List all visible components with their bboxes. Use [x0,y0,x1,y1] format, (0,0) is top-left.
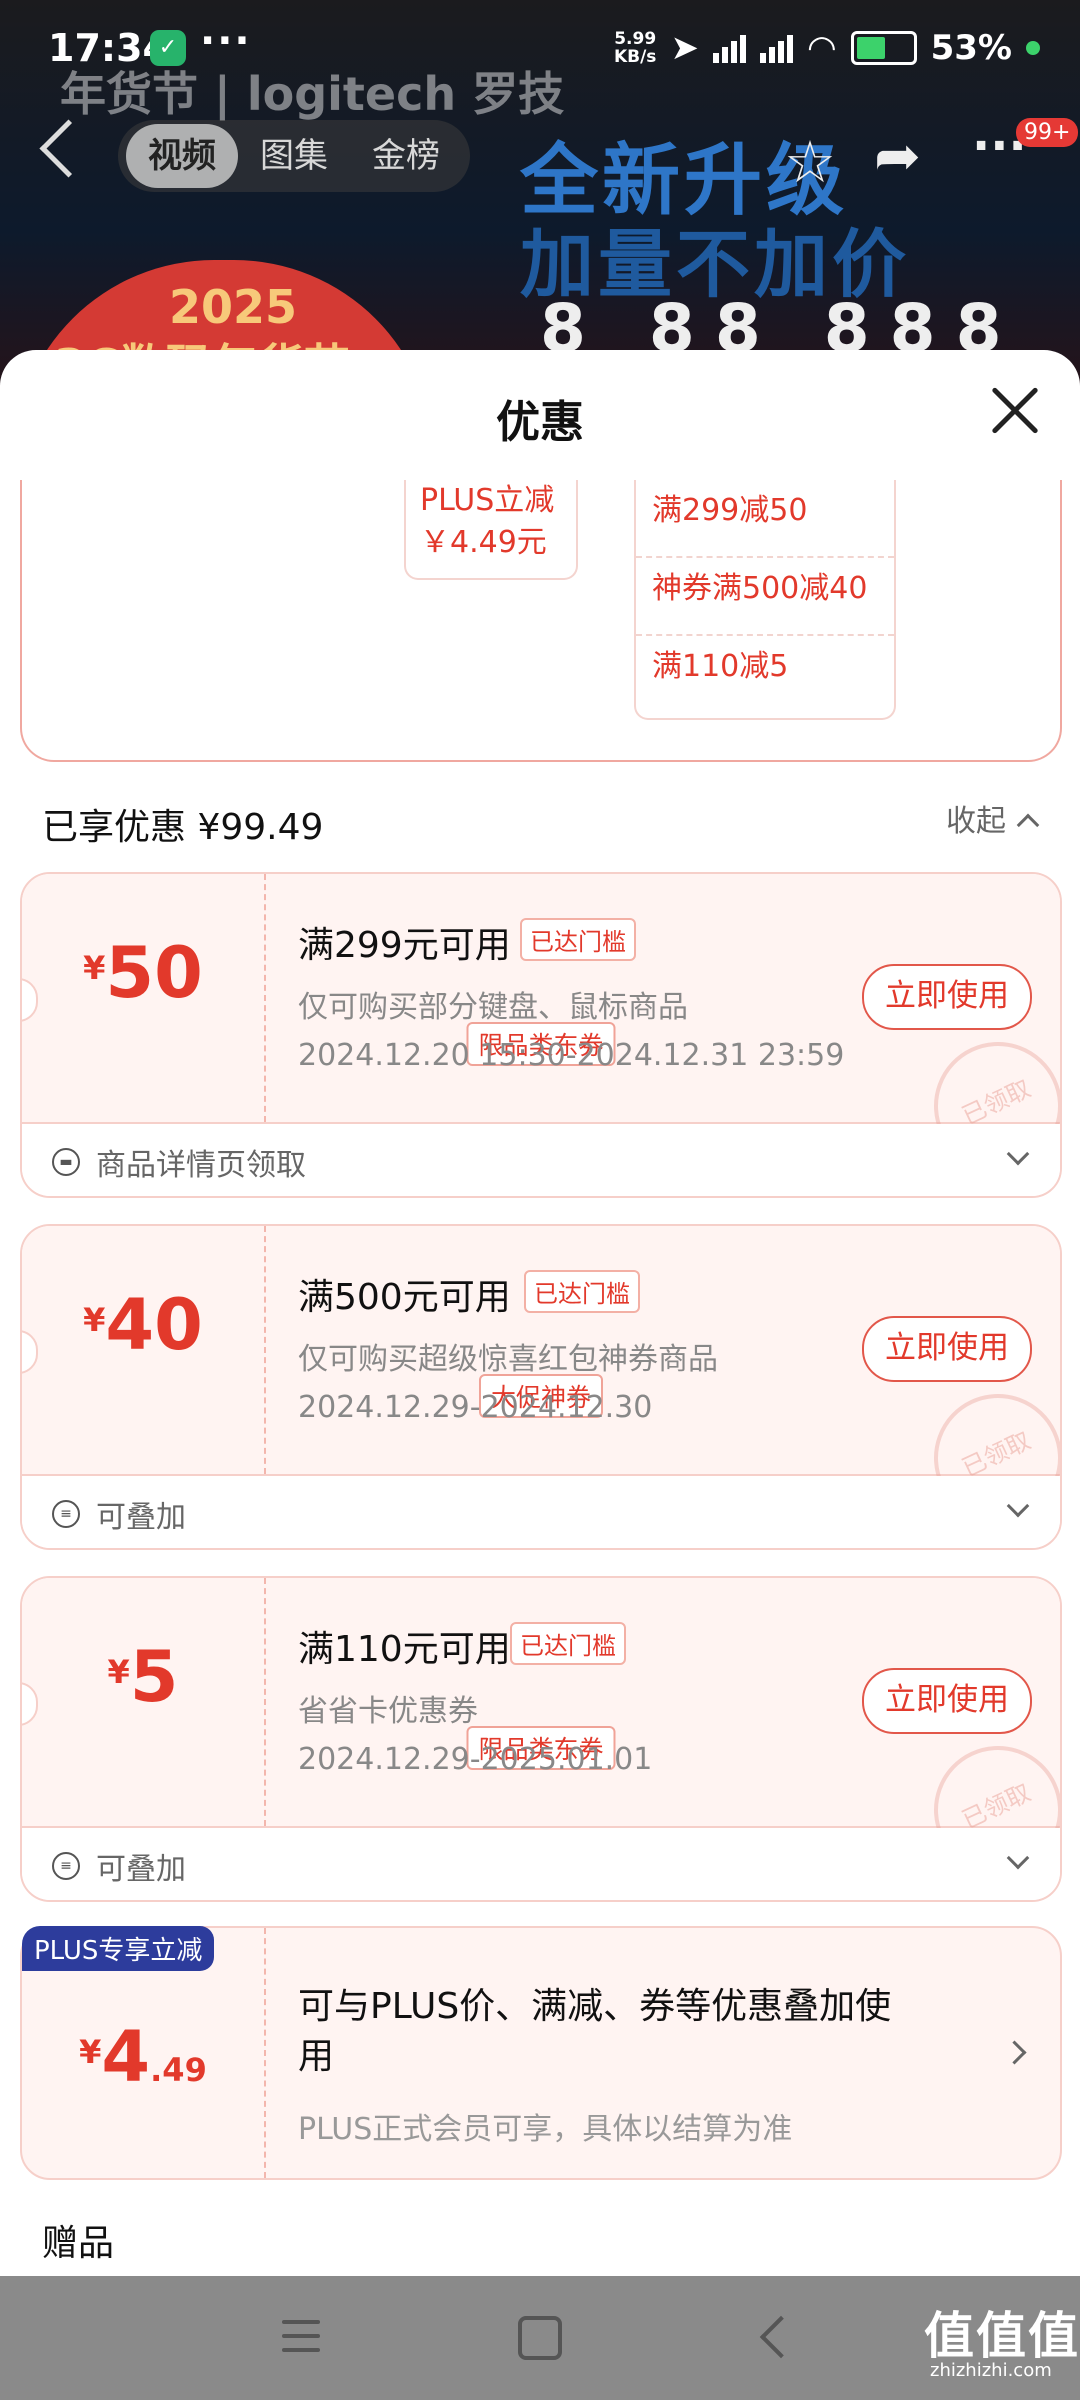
tab-video[interactable]: 视频 [126,124,238,188]
stack-icon: ≡ [52,1500,80,1528]
status-bar: 17:34 ✓ ··· 5.99 KB/s ➤ ◠ 53% [0,0,1080,100]
status-more-dots: ··· [200,18,252,64]
threshold-met-badge: 已达门槛 [524,1270,640,1313]
coupon-divider [264,1578,266,1826]
network-speed-value: 5.99 [614,29,657,49]
favorite-star-icon[interactable]: ☆ [784,128,836,196]
coupon-condition: 满299元可用 [298,925,511,966]
coupon-condition: 满500元可用 [298,1277,511,1318]
coupon-validity: 2024.12.29-2024.12.30 [298,1390,653,1425]
chevron-down-icon[interactable] [1006,1846,1030,1870]
watermark-url: zhizhizhi.com [930,2360,1052,2381]
privacy-indicator-dot [1026,41,1040,55]
ticket-icon: ▬ [52,1148,80,1176]
coupon-source: 商品详情页领取 [96,1148,306,1183]
coupon-description: 省省卡优惠券 [298,1694,478,1729]
summary-coupon-list: 满299减50 神券满500减40 满110减5 [634,480,896,720]
chevron-down-icon[interactable] [1006,1142,1030,1166]
share-icon[interactable]: ➦ [874,124,921,189]
summary-item: 神券满500减40 [636,558,894,636]
coupon-card: ¥5 限品类东券 满110元可用 已达门槛 省省卡优惠券 2024.12.29-… [20,1576,1062,1902]
recent-apps-icon[interactable] [282,2320,320,2352]
enjoyed-discount-total: 已享优惠 ¥99.49 [42,807,324,848]
gift-section-title: 赠品 [42,2223,115,2264]
back-icon[interactable] [39,119,98,178]
coupon-divider [264,874,266,1122]
currency-symbol: ¥ [83,949,106,987]
coupon-amount: ¥40 [22,1284,264,1366]
coupon-amount-value: 40 [105,1284,203,1366]
coupon-card: ¥50 限品类东券 满299元可用 已达门槛 仅可购买部分键盘、鼠标商品 202… [20,872,1062,1198]
summary-plus-discount: PLUS立减 ￥4.49元 [404,480,578,580]
use-now-button[interactable]: 立即使用 [862,1668,1032,1734]
summary-plus-value: ￥4.49元 [420,525,547,560]
location-arrow-icon: ➤ [670,28,699,68]
watermark-logo: 值值值 [924,2307,1080,2365]
coupon-divider [264,1928,266,2178]
plus-amount-dec: .49 [150,2051,207,2089]
chevron-right-icon[interactable] [1002,2040,1027,2065]
currency-symbol: ¥ [83,1301,106,1339]
coupon-amount: ¥50 [22,932,264,1014]
coupon-description: 仅可购买部分键盘、鼠标商品 [298,990,688,1025]
sheet-title: 优惠 [496,397,584,448]
discount-summary: PLUS立减 ￥4.49元 满299减50 神券满500减40 满110减5 [20,480,1062,762]
battery-percent: 53% [930,28,1012,68]
signal-icon [712,33,746,63]
coupon-divider [264,1226,266,1474]
chevron-down-icon[interactable] [1006,1494,1030,1518]
media-tabs: 视频 图集 金榜 [118,120,470,192]
coupon-footer[interactable]: ▬ 商品详情页领取 [22,1124,1060,1196]
coupon-stackable: 可叠加 [96,1500,186,1535]
use-now-button[interactable]: 立即使用 [862,1316,1032,1382]
battery-icon [850,31,917,65]
stack-icon: ≡ [52,1852,80,1880]
coupon-footer[interactable]: ≡ 可叠加 [22,1476,1060,1548]
use-now-button[interactable]: 立即使用 [862,964,1032,1030]
security-shield-icon: ✓ [150,30,186,66]
threshold-met-badge: 已达门槛 [510,1622,626,1665]
close-icon[interactable] [988,384,1042,438]
currency-symbol: ¥ [107,1653,130,1691]
currency-symbol: ¥ [79,2033,102,2071]
message-count-badge: 99+ [1016,118,1079,147]
system-back-icon[interactable] [759,2315,803,2359]
plus-amount-int: 4 [101,2016,151,2098]
summary-item: 满299减50 [636,480,894,558]
plus-discount-card[interactable]: PLUS专享立减 ¥4.49 可与PLUS价、满减、券等优惠叠加使用 PLUS正… [20,1926,1062,2180]
chevron-up-icon [1016,813,1040,837]
festival-year: 2025 [169,280,298,334]
tab-gallery[interactable]: 图集 [238,124,350,188]
summary-item: 满110减5 [652,649,789,684]
coupon-amount: ¥5 [22,1636,264,1718]
plus-discount-amount: ¥4.49 [22,2016,264,2098]
coupon-amount-value: 5 [129,1636,179,1718]
network-speed-unit: KB/s [613,47,657,67]
summary-plus-label: PLUS立减 [420,483,555,518]
discount-sheet: 优惠 PLUS立减 ￥4.49元 满299减50 神券满500减40 满110减… [0,350,1080,2276]
coupon-condition: 满110元可用 [298,1629,511,1670]
home-icon[interactable] [518,2316,562,2360]
plus-exclusive-badge: PLUS专享立减 [22,1926,215,1971]
network-speed: 5.99 KB/s [614,30,656,66]
coupon-validity: 2024.12.20 15:30-2024.12.31 23:59 [298,1038,845,1073]
collapse-toggle[interactable]: 收起 [946,796,1040,840]
coupon-card: ¥40 大促神券 满500元可用 已达门槛 仅可购买超级惊喜红包神券商品 202… [20,1224,1062,1550]
plus-card-title: 可与PLUS价、满减、券等优惠叠加使用 [298,1986,892,2077]
threshold-met-badge: 已达门槛 [520,918,636,961]
system-nav-bar: 值值值 zhizhizhi.com [0,2276,1080,2400]
tab-ranking[interactable]: 金榜 [350,124,462,188]
collapse-label: 收起 [946,804,1006,839]
coupon-footer[interactable]: ≡ 可叠加 [22,1828,1060,1900]
coupon-stackable: 可叠加 [96,1852,186,1887]
coupon-validity: 2024.12.29-2025.01.01 [298,1742,653,1777]
plus-card-note: PLUS正式会员可享，具体以结算为准 [298,2112,793,2147]
coupon-description: 仅可购买超级惊喜红包神券商品 [298,1342,718,1377]
wifi-icon: ◠ [806,28,837,68]
signal-2-icon [759,33,793,63]
coupon-amount-value: 50 [105,932,203,1014]
